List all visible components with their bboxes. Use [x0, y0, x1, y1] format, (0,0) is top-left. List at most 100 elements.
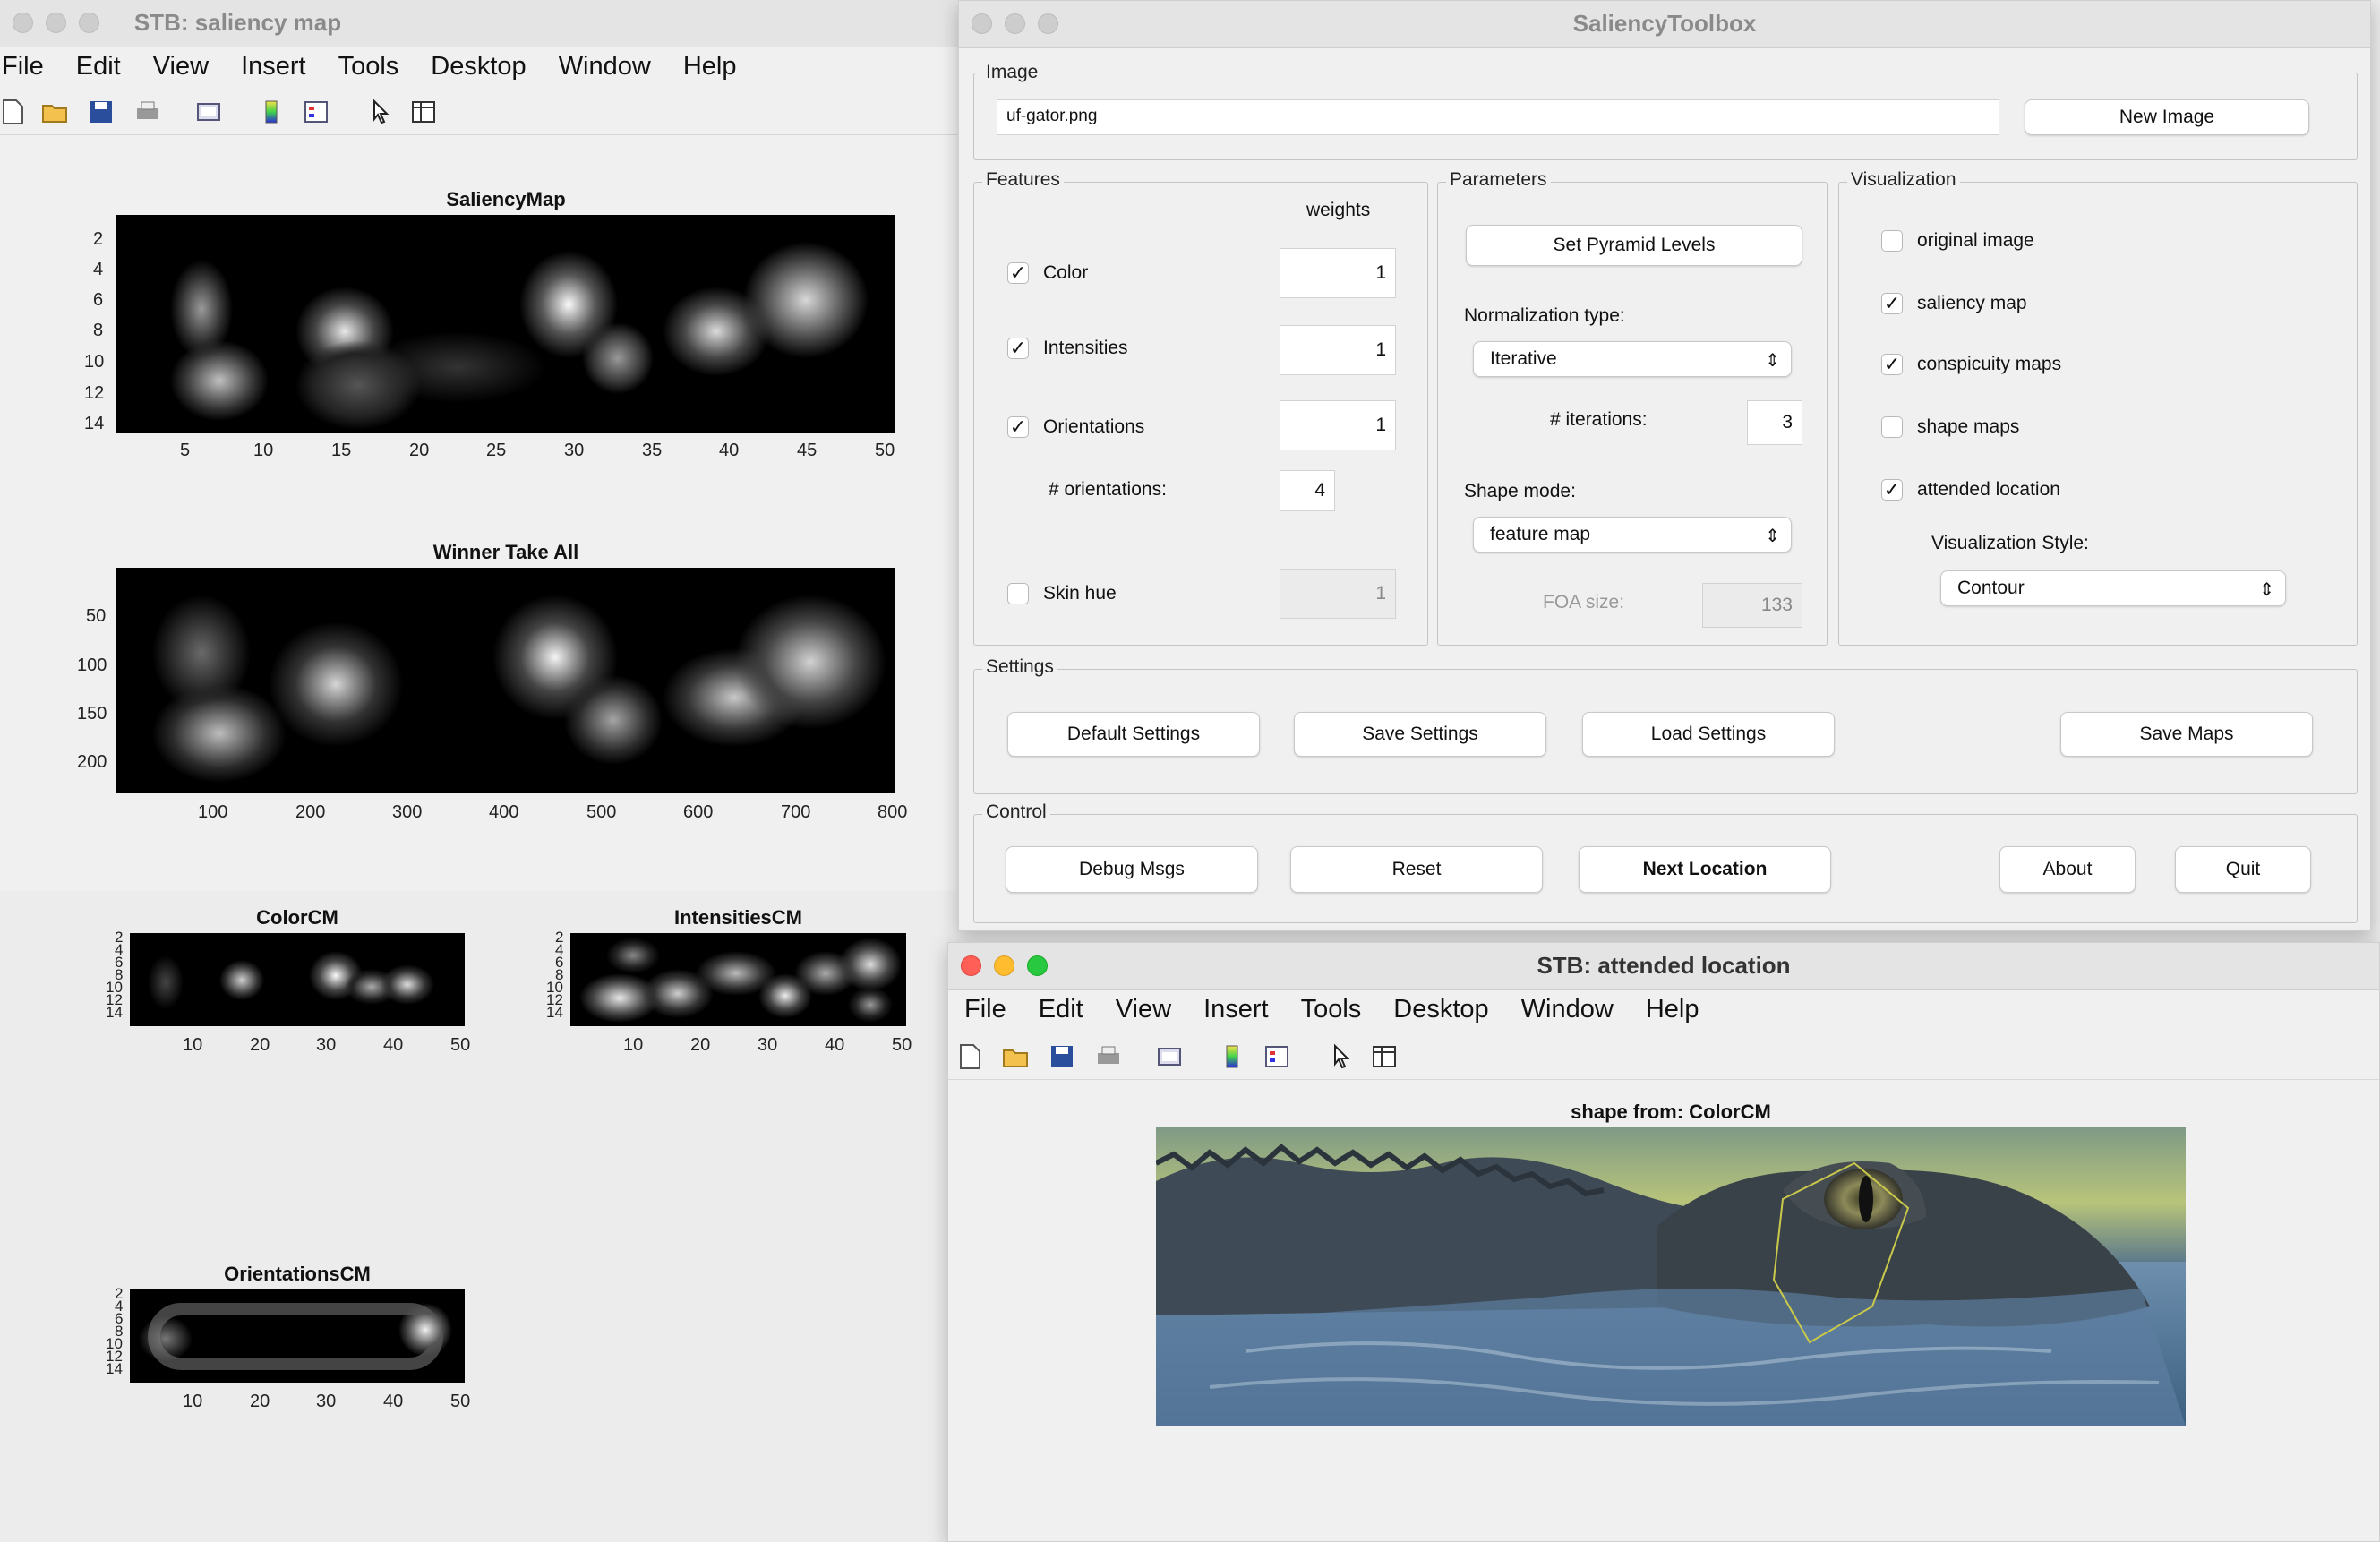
quit-button[interactable]: Quit: [2175, 846, 2311, 893]
up-down-chevron-icon: ⇕: [1765, 527, 1780, 546]
menu-desktop[interactable]: Desktop: [431, 52, 526, 81]
normalization-type-select[interactable]: Iterative ⇕: [1473, 341, 1792, 377]
tick-label: 50: [450, 1035, 471, 1055]
normalization-type-label: Normalization type:: [1464, 305, 1625, 326]
iterations-field[interactable]: 3: [1747, 400, 1802, 445]
visualization-panel-label: Visualization: [1847, 169, 1960, 191]
menu-insert[interactable]: Insert: [241, 52, 306, 81]
features-panel-label: Features: [982, 169, 1064, 191]
link-plot-icon[interactable]: [1156, 1043, 1183, 1070]
saliency-map-window: STB: saliency map File Edit View Insert Tool…: [0, 0, 960, 891]
toolbox-titlebar[interactable]: SaliencyToolbox: [959, 1, 2370, 48]
debug-msgs-button[interactable]: Debug Msgs: [1006, 846, 1258, 893]
tick-label: 6: [93, 290, 104, 310]
original-image-checkbox[interactable]: [1881, 230, 1903, 252]
set-pyramid-levels-button[interactable]: Set Pyramid Levels: [1466, 225, 1802, 266]
about-button[interactable]: About: [1999, 846, 2136, 893]
shape-mode-select[interactable]: feature map ⇕: [1473, 517, 1792, 553]
menu-window[interactable]: Window: [559, 52, 651, 81]
reset-button[interactable]: Reset: [1290, 846, 1543, 893]
new-image-button[interactable]: New Image: [2025, 99, 2309, 135]
menu-insert[interactable]: Insert: [1203, 995, 1269, 1024]
color-checkbox[interactable]: ✓: [1007, 262, 1029, 284]
intensities-weight-field[interactable]: 1: [1280, 325, 1396, 375]
save-maps-button[interactable]: Save Maps: [2060, 712, 2313, 757]
property-inspector-icon[interactable]: [410, 99, 437, 125]
print-icon[interactable]: [134, 99, 161, 125]
pointer-icon[interactable]: [367, 99, 394, 125]
legend-icon[interactable]: [303, 99, 330, 125]
menu-edit[interactable]: Edit: [1039, 995, 1083, 1024]
color-weight-field[interactable]: 1: [1280, 248, 1396, 298]
tick-label: 5: [180, 441, 191, 460]
default-settings-button[interactable]: Default Settings: [1007, 712, 1260, 757]
saliency-map-label: saliency map: [1917, 293, 2027, 313]
menu-tools[interactable]: Tools: [338, 52, 399, 81]
next-location-button[interactable]: Next Location: [1579, 846, 1831, 893]
shape-maps-checkbox[interactable]: [1881, 416, 1903, 438]
save-icon[interactable]: [88, 99, 115, 125]
image-filename-field[interactable]: uf-gator.png: [997, 99, 1999, 135]
conspicuity-maps-checkbox[interactable]: ✓: [1881, 354, 1903, 375]
foa-size-label: FOA size:: [1543, 592, 1625, 613]
save-icon[interactable]: [1049, 1043, 1075, 1070]
visualization-style-select[interactable]: Contour ⇕: [1940, 570, 2286, 606]
saliency-toolbox-window: SaliencyToolbox Image uf-gator.png New I…: [958, 0, 2371, 931]
shape-mode-label: Shape mode:: [1464, 481, 1576, 501]
attended-location-checkbox[interactable]: ✓: [1881, 479, 1903, 501]
skin-hue-checkbox[interactable]: [1007, 583, 1029, 604]
pointer-icon[interactable]: [1328, 1043, 1355, 1070]
num-orientations-field[interactable]: 4: [1280, 470, 1335, 511]
open-folder-icon[interactable]: [1002, 1043, 1029, 1070]
orientations-checkbox[interactable]: ✓: [1007, 416, 1029, 438]
intensities-checkbox[interactable]: ✓: [1007, 338, 1029, 359]
window-title: STB: attended location: [1537, 952, 1791, 979]
saliency-map-checkbox[interactable]: ✓: [1881, 293, 1903, 314]
new-figure-icon[interactable]: [0, 99, 27, 125]
tick-label: 10: [84, 352, 105, 372]
menu-edit[interactable]: Edit: [76, 52, 121, 81]
menu-desktop[interactable]: Desktop: [1393, 995, 1488, 1024]
shape-mode-value: feature map: [1490, 524, 1591, 544]
save-settings-button[interactable]: Save Settings: [1294, 712, 1546, 757]
tick-label: 8: [93, 321, 104, 340]
colorbar-icon[interactable]: [1219, 1043, 1246, 1070]
colorbar-icon[interactable]: [258, 99, 285, 125]
saliency-map-plot-title: SaliencyMap: [446, 188, 566, 210]
settings-panel-label: Settings: [982, 656, 1057, 678]
tick-label: 200: [295, 802, 326, 822]
menu-view[interactable]: View: [1116, 995, 1171, 1024]
new-figure-icon[interactable]: [957, 1043, 984, 1070]
orientations-weight-field[interactable]: 1: [1280, 400, 1396, 450]
menu-help[interactable]: Help: [683, 52, 737, 81]
open-folder-icon[interactable]: [41, 99, 68, 125]
tick-label: 800: [878, 802, 908, 822]
winner-take-all-plot: [116, 568, 895, 793]
tick-label: 50: [875, 441, 895, 460]
menu-window[interactable]: Window: [1521, 995, 1614, 1024]
intensities-cm-y-ticks: 2 4 6 8 10 12 14: [546, 929, 563, 1020]
tick-label: 4: [93, 260, 104, 279]
tick-label: 20: [690, 1035, 711, 1055]
tick-label: 30: [564, 441, 585, 460]
menu-file[interactable]: File: [2, 52, 44, 81]
orientations-cm-y-ticks: 2 4 6 8 10 12 14: [106, 1286, 123, 1376]
figure-toolbar: [948, 1036, 2379, 1080]
menu-help[interactable]: Help: [1646, 995, 1699, 1024]
menu-view[interactable]: View: [153, 52, 209, 81]
tick-label: 40: [383, 1392, 404, 1411]
weights-header: weights: [1306, 200, 1371, 220]
intensities-label: Intensities: [1043, 338, 1128, 358]
print-icon[interactable]: [1095, 1043, 1122, 1070]
menu-tools[interactable]: Tools: [1301, 995, 1362, 1024]
load-settings-button[interactable]: Load Settings: [1582, 712, 1835, 757]
color-cm-title: ColorCM: [256, 906, 338, 929]
link-plot-icon[interactable]: [195, 99, 222, 125]
tick-label: 10: [183, 1035, 203, 1055]
menu-file[interactable]: File: [964, 995, 1006, 1024]
property-inspector-icon[interactable]: [1371, 1043, 1398, 1070]
legend-icon[interactable]: [1263, 1043, 1290, 1070]
saliency-window-titlebar[interactable]: STB: saliency map: [0, 0, 959, 47]
attended-window-titlebar[interactable]: STB: attended location: [948, 943, 2379, 990]
up-down-chevron-icon: ⇕: [2259, 580, 2274, 600]
